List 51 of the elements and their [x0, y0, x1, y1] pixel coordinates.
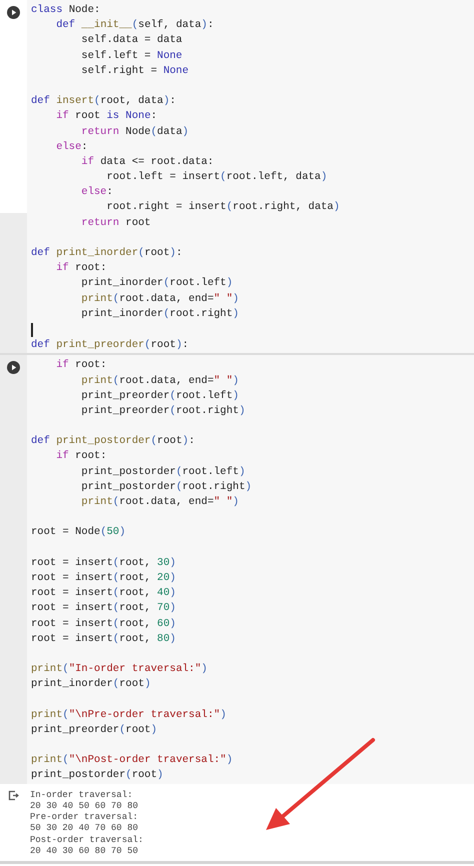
code-line: root.left = insert(root.left, data): [106, 170, 328, 186]
code-line: root = insert(root, 30): [31, 556, 176, 571]
run-button[interactable]: [7, 6, 20, 19]
output-icon[interactable]: [8, 790, 19, 801]
code-line: if root is None:: [55, 109, 158, 124]
code-line: class Node:: [31, 3, 100, 18]
run-button[interactable]: [7, 361, 20, 374]
code-line: def print_postorder(root):: [31, 434, 195, 450]
code-line: print_preorder(root.left): [80, 388, 239, 404]
code-line: if data <= root.data:: [80, 154, 214, 170]
code-line: root = Node(50): [31, 525, 126, 540]
code-line: print_preorder(root.right): [80, 404, 246, 419]
code-line: self.left = None: [80, 48, 182, 64]
output-line: In-order traversal:: [30, 790, 133, 801]
code-line: print_postorder(root.left): [80, 464, 246, 480]
output-line: Pre-order traversal:: [30, 812, 138, 824]
code-line: print(root.data, end=" "): [80, 292, 239, 307]
code-line: def __init__(self, data):: [55, 18, 214, 34]
code-line: print("In-order traversal:"): [31, 662, 208, 678]
output-line: 20 40 30 60 80 70 50: [30, 846, 138, 858]
code-line: else:: [55, 140, 88, 155]
code-line: if root:: [55, 358, 107, 374]
code-line: root.right = insert(root.right, data): [106, 200, 340, 216]
code-line: root = insert(root, 40): [31, 586, 176, 602]
code-line: root = insert(root, 60): [31, 616, 176, 632]
code-line: print(root.data, end=" "): [80, 374, 239, 388]
code-line: return root: [80, 216, 151, 231]
code-line: print(root.data, end=" "): [80, 495, 239, 510]
code-line: def insert(root, data):: [31, 94, 176, 110]
code-line: root = insert(root, 20): [31, 570, 176, 586]
code-line: print("\nPost-order traversal:"): [31, 753, 233, 768]
code-line: print_inorder(root.right): [80, 306, 239, 322]
code-line: print_postorder(root): [31, 768, 164, 784]
code-line: def print_preorder(root):: [31, 338, 189, 354]
code-line: print_inorder(root): [31, 677, 151, 692]
output-line: 50 30 20 40 70 60 80: [30, 823, 138, 835]
code-line: self.right = None: [80, 64, 189, 79]
code-line: root = insert(root, 80): [31, 632, 176, 647]
code-line: if root:: [55, 449, 107, 464]
output-line: 20 30 40 50 60 70 80: [30, 800, 138, 812]
code-line: def print_inorder(root):: [31, 246, 182, 261]
code-line: print("\nPre-order traversal:"): [31, 708, 226, 723]
code-line: else:: [80, 185, 113, 200]
code-line: root = insert(root, 70): [31, 601, 176, 616]
code-line: print_inorder(root.left): [80, 276, 233, 292]
output-line: Post-order traversal:: [30, 834, 144, 846]
code-line: return Node(data): [80, 124, 189, 140]
code-line: self.data = data: [80, 33, 182, 48]
code-line: if root:: [55, 261, 107, 276]
code-line: print_preorder(root): [31, 722, 158, 738]
code-line: print_postorder(root.right): [80, 480, 252, 495]
